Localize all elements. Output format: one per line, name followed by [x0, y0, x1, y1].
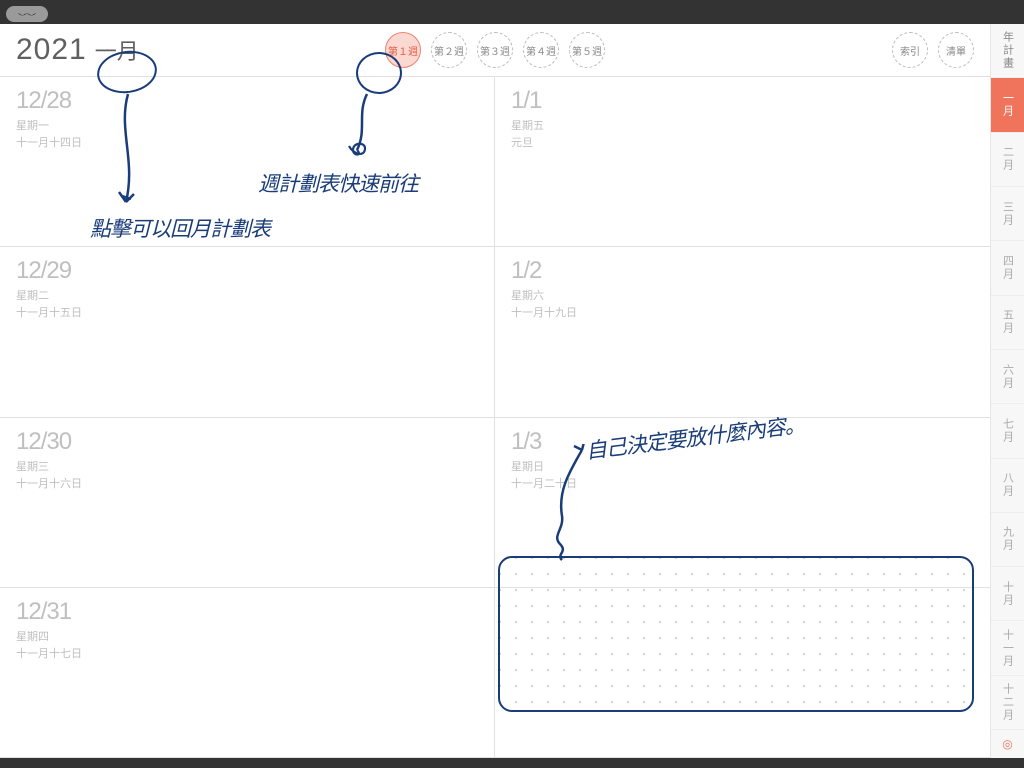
sidebar-month-6[interactable]: 六月: [991, 350, 1024, 404]
weekday-label: 星期一: [16, 117, 478, 133]
date-label: 1/2: [511, 257, 974, 285]
weekday-label: 星期六: [511, 287, 974, 303]
week-grid: 12/28 星期一 十一月十四日 1/1 星期五 元旦 12/29 星期二 十一…: [0, 76, 990, 758]
week-tab-3[interactable]: 第３週: [477, 32, 513, 68]
date-label: 12/30: [16, 428, 478, 456]
status-bar: [0, 0, 1024, 24]
sidebar-month-11[interactable]: 十一月: [991, 621, 1024, 675]
lunar-label: 十一月十九日: [511, 304, 974, 320]
sidebar-month-8[interactable]: 八月: [991, 459, 1024, 513]
header-actions: 索引 清單: [892, 32, 974, 68]
weekday-label: 星期日: [511, 458, 974, 474]
lunar-label: 十一月十六日: [16, 475, 478, 491]
date-label: 12/31: [16, 598, 478, 626]
target-icon[interactable]: ◎: [991, 730, 1024, 758]
day-cell-1228[interactable]: 12/28 星期一 十一月十四日: [0, 77, 495, 247]
day-cell-0103[interactable]: 1/3 星期日 十一月二十日: [495, 418, 990, 588]
sidebar-year-plan[interactable]: 年計畫: [991, 24, 1024, 78]
day-cell-0102[interactable]: 1/2 星期六 十一月十九日: [495, 247, 990, 417]
week-tab-1[interactable]: 第１週: [385, 32, 421, 68]
week-tab-2[interactable]: 第２週: [431, 32, 467, 68]
sidebar-month-10[interactable]: 十月: [991, 567, 1024, 621]
date-label: 12/28: [16, 87, 478, 115]
week-tabs: 第１週 第２週 第３週 第４週 第５週: [385, 32, 605, 68]
date-label: 1/1: [511, 87, 974, 115]
index-button[interactable]: 索引: [892, 32, 928, 68]
weekday-label: 星期二: [16, 287, 478, 303]
lunar-label: 十一月十五日: [16, 304, 478, 320]
week-tab-4[interactable]: 第４週: [523, 32, 559, 68]
day-cell-1231[interactable]: 12/31 星期四 十一月十七日: [0, 588, 495, 758]
year-label[interactable]: 2021: [16, 33, 87, 67]
list-button[interactable]: 清單: [938, 32, 974, 68]
date-label: 12/29: [16, 257, 478, 285]
sidebar-month-3[interactable]: 三月: [991, 187, 1024, 241]
lunar-label: 十一月十四日: [16, 134, 478, 150]
bottom-bar: [0, 758, 1024, 768]
weekday-label: 星期五: [511, 117, 974, 133]
day-cell-1230[interactable]: 12/30 星期三 十一月十六日: [0, 418, 495, 588]
menu-tab-icon[interactable]: [6, 6, 48, 22]
sidebar-month-9[interactable]: 九月: [991, 513, 1024, 567]
notes-cell[interactable]: [495, 588, 990, 758]
sidebar-month-2[interactable]: 二月: [991, 133, 1024, 187]
date-label: 1/3: [511, 428, 974, 456]
sidebar-month-4[interactable]: 四月: [991, 241, 1024, 295]
month-label[interactable]: 一月: [95, 34, 139, 66]
day-cell-0101[interactable]: 1/1 星期五 元旦: [495, 77, 990, 247]
lunar-label: 元旦: [511, 134, 974, 150]
sidebar-month-12[interactable]: 十二月: [991, 676, 1024, 730]
lunar-label: 十一月十七日: [16, 645, 478, 661]
header: 2021 一月 第１週 第２週 第３週 第４週 第５週 索引 清單: [0, 24, 990, 76]
week-tab-5[interactable]: 第５週: [569, 32, 605, 68]
planner-page: 2021 一月 第１週 第２週 第３週 第４週 第５週 索引 清單 12/28 …: [0, 24, 1024, 758]
sidebar-month-7[interactable]: 七月: [991, 404, 1024, 458]
sidebar-month-5[interactable]: 五月: [991, 296, 1024, 350]
main-area: 2021 一月 第１週 第２週 第３週 第４週 第５週 索引 清單 12/28 …: [0, 24, 990, 758]
day-cell-1229[interactable]: 12/29 星期二 十一月十五日: [0, 247, 495, 417]
lunar-label: 十一月二十日: [511, 475, 974, 491]
weekday-label: 星期三: [16, 458, 478, 474]
weekday-label: 星期四: [16, 628, 478, 644]
sidebar-month-1[interactable]: 一月: [991, 78, 1024, 132]
month-sidebar: 年計畫 一月 二月 三月 四月 五月 六月 七月 八月 九月 十月 十一月 十二…: [990, 24, 1024, 758]
